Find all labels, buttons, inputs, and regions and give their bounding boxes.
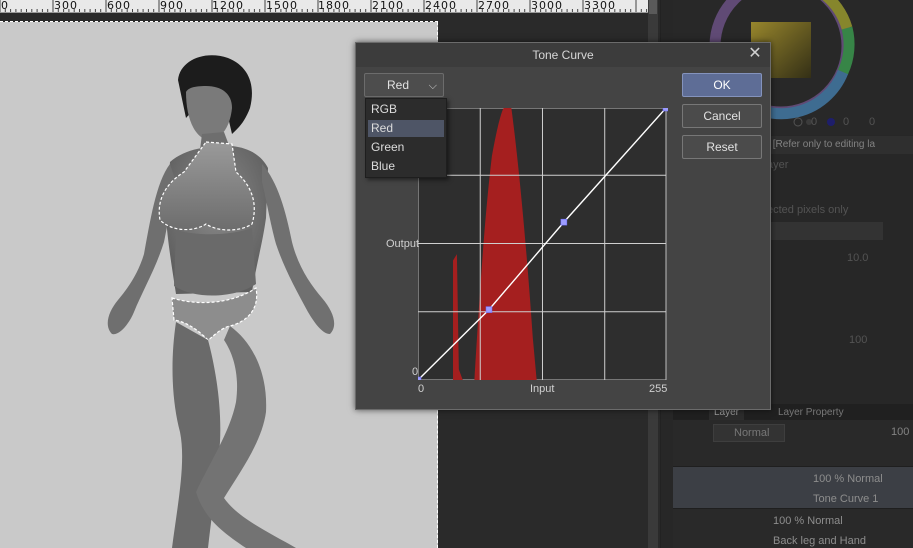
x-axis-min: 0 [418,383,425,395]
chevron-down-icon: ⌵ [428,80,437,92]
channel-dropdown[interactable]: Red ⌵ [364,73,444,97]
channel-dropdown-menu: RGB Red Green Blue [365,98,447,178]
output-axis-label: Output [386,238,420,250]
ruler-label: 2100 [372,0,404,12]
channel-option-blue[interactable]: Blue [368,158,444,175]
ruler-label: 1800 [318,0,350,12]
ruler-label: 3300 [584,0,616,12]
y-axis-min: 0 [412,366,419,378]
ruler-label: 600 [107,0,131,12]
cancel-button[interactable]: Cancel [682,104,762,128]
ruler-label: 0 [1,0,9,12]
input-axis-label: Input [530,383,555,395]
ruler-label: 1500 [266,0,298,12]
ruler-label: 900 [160,0,184,12]
curve-control-point [414,376,422,384]
dialog-title: Tone Curve [356,43,770,67]
ruler-label: 2700 [478,0,510,12]
reset-button[interactable]: Reset [682,135,762,159]
channel-option-red[interactable]: Red [368,120,444,137]
tone-curve-dialog: Tone Curve ✕ Red ⌵ Output 0 0 Input 255 … [355,42,771,410]
face-shape [186,86,232,141]
curve-control-point [485,306,493,313]
abdomen-shape [174,228,256,296]
x-axis-max: 255 [649,383,668,395]
curve-svg[interactable] [414,103,670,384]
close-icon[interactable]: ✕ [746,45,764,63]
ruler-label: 2400 [425,0,457,12]
right-arm-shape [262,164,335,334]
ruler-label: 3000 [531,0,563,12]
app-window: 0 300 600 900 1200 1500 1800 2100 2400 2… [0,0,913,548]
channel-dropdown-value: Red [387,78,410,92]
scrollbar-thumb[interactable] [649,0,657,14]
tone-curve-graph[interactable]: Output 0 0 Input 255 [386,103,670,395]
channel-option-rgb[interactable]: RGB [368,101,444,118]
horizontal-ruler: 0 300 600 900 1200 1500 1800 2100 2400 2… [0,0,650,13]
curve-control-point [662,104,670,112]
curve-control-point [560,218,568,226]
ruler-label: 1200 [212,0,244,12]
ok-button[interactable]: OK [682,73,762,97]
ruler-label: 300 [54,0,78,12]
channel-option-green[interactable]: Green [368,139,444,156]
